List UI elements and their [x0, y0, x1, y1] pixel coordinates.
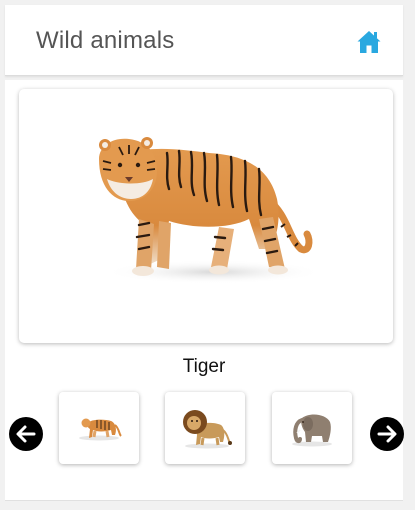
arrow-left-icon	[16, 425, 36, 443]
main-image-card	[19, 89, 393, 343]
selected-animal-name: Tiger	[182, 356, 226, 377]
thumbnail-elephant[interactable]	[272, 392, 352, 464]
home-icon	[357, 31, 381, 53]
page-title: Wild animals	[36, 27, 175, 54]
gallery-panel: Tiger	[5, 80, 404, 501]
tiger-figure-image	[99, 137, 324, 284]
lion-thumbnail	[183, 410, 232, 449]
thumbnail-tiger[interactable]	[59, 392, 139, 464]
previous-button[interactable]	[9, 417, 43, 451]
home-button[interactable]	[356, 29, 382, 55]
elephant-thumbnail	[292, 414, 332, 447]
thumbnail-lion[interactable]	[165, 392, 245, 464]
arrow-right-icon	[377, 425, 397, 443]
next-button[interactable]	[370, 417, 404, 451]
tiger-thumbnail	[79, 418, 122, 441]
app-header: Wild animals	[5, 5, 403, 76]
